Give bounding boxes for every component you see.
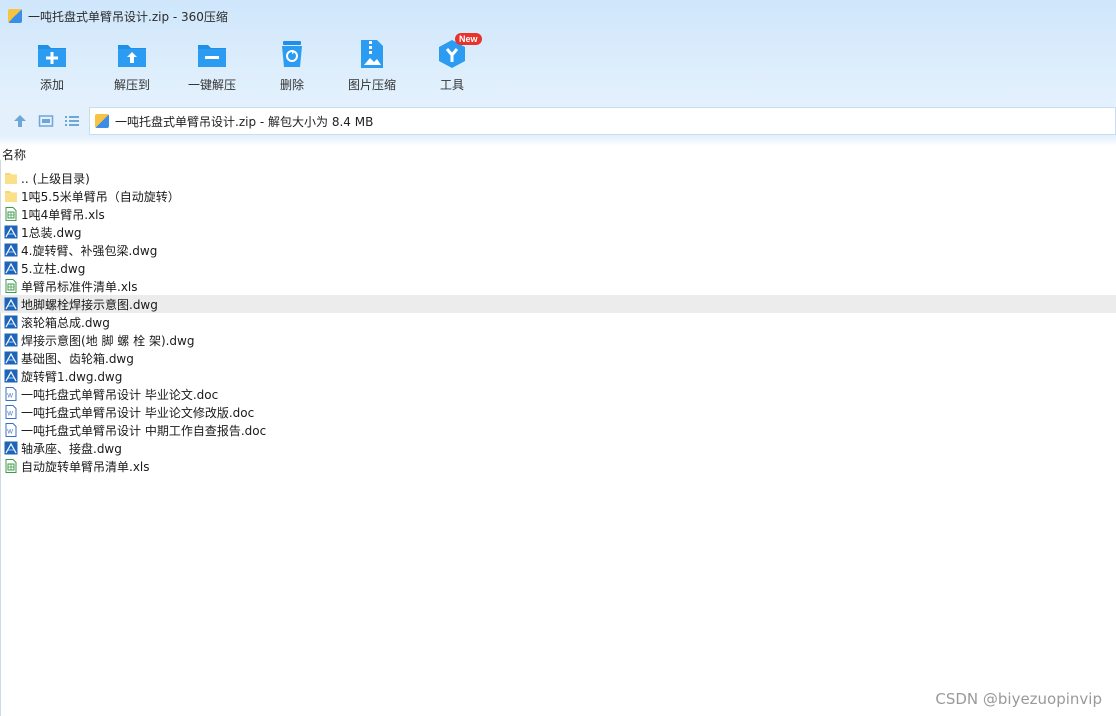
svg-text:W: W [7,412,13,418]
zip-archive-icon [95,114,109,128]
file-name: 1吨5.5米单臂吊（自动旋转） [21,189,180,204]
tools-label: 工具 [439,78,464,92]
extract-to-label: 解压到 [113,78,150,92]
image-compress-label: 图片压缩 [347,78,396,92]
dwg-file-icon [4,441,18,455]
dwg-file-icon [4,261,18,275]
file-name: 单臂吊标准件清单.xls [21,279,138,294]
doc-file-icon: W [5,423,17,437]
file-name: 轴承座、接盘.dwg [21,441,122,456]
file-row[interactable]: W 一吨托盘式单臂吊设计 中期工作自查报告.doc [0,421,1116,439]
file-row[interactable]: 1吨4单臂吊.xls [0,205,1116,223]
address-text: 一吨托盘式单臂吊设计.zip - 解包大小为 8.4 MB [115,114,374,129]
file-row[interactable]: 轴承座、接盘.dwg [0,439,1116,457]
svg-text:W: W [7,430,13,436]
file-name: 地脚螺栓焊接示意图.dwg [21,297,158,312]
add-icon [38,45,66,67]
dwg-file-icon [4,369,18,383]
window-title: 一吨托盘式单臂吊设计.zip - 360压缩 [8,6,228,26]
xls-file-icon [5,279,17,293]
folder-icon [5,173,17,184]
folder-row[interactable]: 1吨5.5米单臂吊（自动旋转） [0,187,1116,205]
image-compress-button[interactable]: 图片压缩 [332,38,412,98]
dwg-file-icon [4,351,18,365]
file-name: 旋转臂1.dwg.dwg [21,369,123,384]
file-row[interactable]: 4.旋转臂、补强包梁.dwg [0,241,1116,259]
tools-button[interactable]: 工具 [412,38,492,98]
dwg-file-icon [4,225,18,239]
file-row[interactable]: W 一吨托盘式单臂吊设计 毕业论文修改版.doc [0,403,1116,421]
image-compress-icon [361,40,383,68]
file-row[interactable]: 基础图、齿轮箱.dwg [0,349,1116,367]
delete-icon [282,41,302,67]
file-row[interactable]: 地脚螺栓焊接示意图.dwg [0,295,1116,313]
file-name: 焊接示意图(地 脚 螺 栓 架).dwg [21,333,195,348]
up-arrow-icon[interactable] [12,113,28,129]
new-badge: New [455,33,482,45]
file-name: 4.旋转臂、补强包梁.dwg [21,243,158,258]
watermark: CSDN @biyezuopinvip [935,690,1102,708]
column-header-name[interactable]: 名称 [0,146,26,164]
file-name: 一吨托盘式单臂吊设计 毕业论文.doc [21,387,219,402]
doc-file-icon: W [5,405,17,419]
folder-row[interactable]: .. (上级目录) [0,169,1116,187]
file-name: .. (上级目录) [21,171,90,186]
extract-to-button[interactable]: 解压到 [92,38,172,98]
svg-text:W: W [7,394,13,400]
file-row[interactable]: 焊接示意图(地 脚 螺 栓 架).dwg [0,331,1116,349]
separator [0,136,1116,146]
list-view-icon[interactable] [64,113,80,129]
address-row: 一吨托盘式单臂吊设计.zip - 解包大小为 8.4 MB [0,106,1116,136]
delete-button[interactable]: 删除 [252,38,332,98]
dwg-file-icon [4,315,18,329]
file-name: 一吨托盘式单臂吊设计 中期工作自查报告.doc [21,423,267,438]
add-label: 添加 [39,78,64,92]
thumbnail-view-icon[interactable] [38,113,54,129]
window-title-text: 一吨托盘式单臂吊设计.zip - 360压缩 [28,9,228,24]
file-row[interactable]: 滚轮箱总成.dwg [0,313,1116,331]
file-row[interactable]: 旋转臂1.dwg.dwg [0,367,1116,385]
folder-icon [5,191,17,202]
add-button[interactable]: 添加 [12,38,92,98]
dwg-file-icon [4,243,18,257]
file-name: 1吨4单臂吊.xls [21,207,105,222]
app-icon [8,9,22,23]
file-name: 基础图、齿轮箱.dwg [21,351,134,366]
dwg-file-icon [4,333,18,347]
file-name: 一吨托盘式单臂吊设计 毕业论文修改版.doc [21,405,255,420]
file-row[interactable]: W 一吨托盘式单臂吊设计 毕业论文.doc [0,385,1116,403]
xls-file-icon [5,207,17,221]
extract-to-icon [118,45,146,67]
one-click-extract-icon [198,45,226,67]
doc-file-icon: W [5,387,17,401]
file-name: 1总装.dwg [21,225,82,240]
file-row[interactable]: 1总装.dwg [0,223,1116,241]
file-row[interactable]: 5.立柱.dwg [0,259,1116,277]
file-row[interactable]: 单臂吊标准件清单.xls [0,277,1116,295]
dwg-file-icon [4,297,18,311]
address-bar[interactable]: 一吨托盘式单臂吊设计.zip - 解包大小为 8.4 MB [89,107,1116,135]
delete-label: 删除 [279,78,304,92]
file-list: .. (上级目录) 1吨5.5米单臂吊（自动旋转） 1吨4单臂吊.xls 1总装.dw… [0,169,1116,475]
file-name: 自动旋转单臂吊清单.xls [21,459,150,474]
one-click-extract-label: 一键解压 [187,78,236,92]
file-row[interactable]: 自动旋转单臂吊清单.xls [0,457,1116,475]
xls-file-icon [5,459,17,473]
title-toolbar-area: 一吨托盘式单臂吊设计.zip - 360压缩 添加 解压到 一键解压 删除 图片… [0,0,1116,106]
file-name: 5.立柱.dwg [21,261,86,276]
one-click-extract-button[interactable]: 一键解压 [172,38,252,98]
file-name: 滚轮箱总成.dwg [21,315,110,330]
